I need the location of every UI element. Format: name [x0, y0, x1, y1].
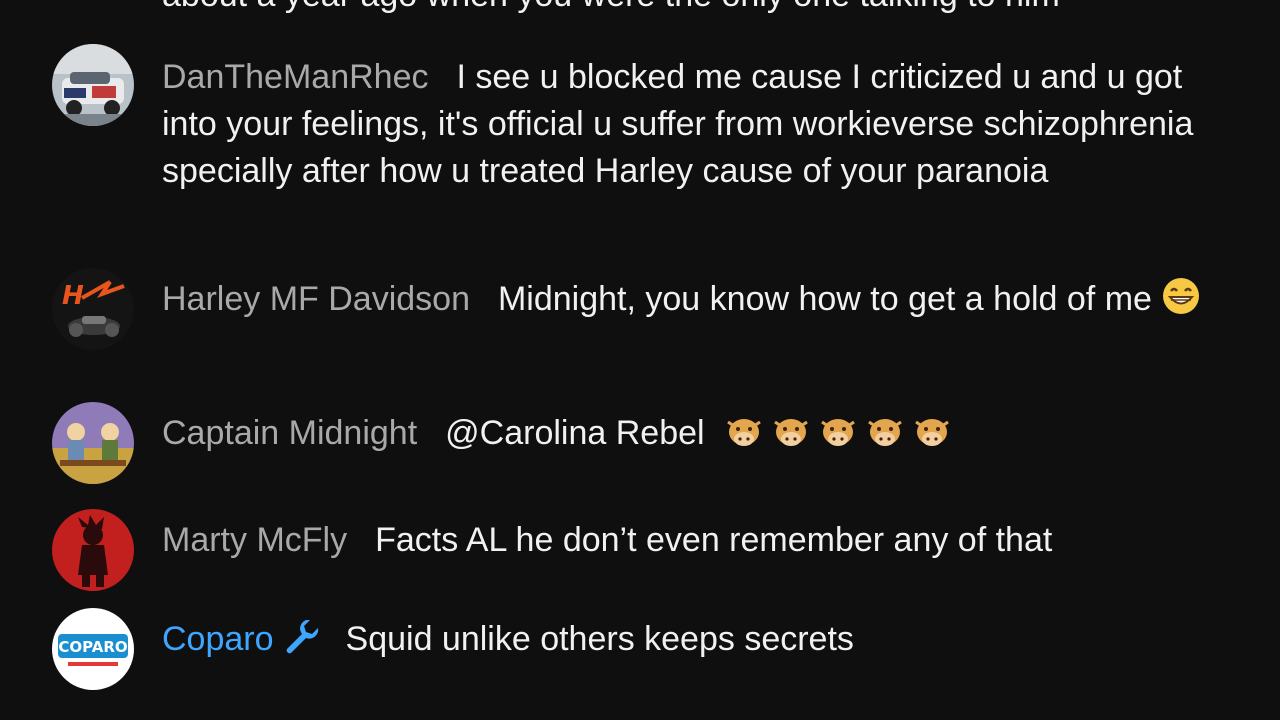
- author-name[interactable]: Harley MF Davidson: [162, 280, 470, 318]
- grinning-face-icon: [1161, 276, 1201, 314]
- cow-face-icon: [912, 414, 952, 450]
- cow-face-icon: [771, 414, 811, 450]
- message-text: Squid unlike others keeps secrets: [345, 620, 854, 658]
- author-name[interactable]: DanTheManRhec: [162, 58, 428, 96]
- author-name[interactable]: Captain Midnight: [162, 414, 417, 452]
- svg-text:H: H: [62, 281, 84, 311]
- message-text: Midnight, you know how to get a hold of …: [497, 280, 1152, 318]
- live-chat-feed: about a year ago when you were the only …: [0, 0, 1280, 720]
- message-text: @Carolina Rebel: [445, 414, 705, 452]
- cow-face-icon: [818, 414, 858, 450]
- cow-face-icon: [865, 414, 905, 450]
- author-name[interactable]: Coparo: [162, 620, 274, 658]
- wrench-icon: [282, 616, 320, 654]
- message-text: Facts AL he don’t even remember any of t…: [375, 521, 1053, 559]
- avatar[interactable]: COPARO: [52, 608, 134, 690]
- avatar[interactable]: [52, 509, 134, 591]
- avatar[interactable]: [52, 44, 134, 126]
- avatar[interactable]: [52, 402, 134, 484]
- partial-message-text: about a year ago when you were the only …: [162, 0, 1060, 19]
- author-name[interactable]: Marty McFly: [162, 521, 347, 559]
- cow-face-icon: [724, 414, 764, 450]
- coparo-logo-text: COPARO: [58, 638, 127, 656]
- avatar[interactable]: H: [52, 268, 134, 350]
